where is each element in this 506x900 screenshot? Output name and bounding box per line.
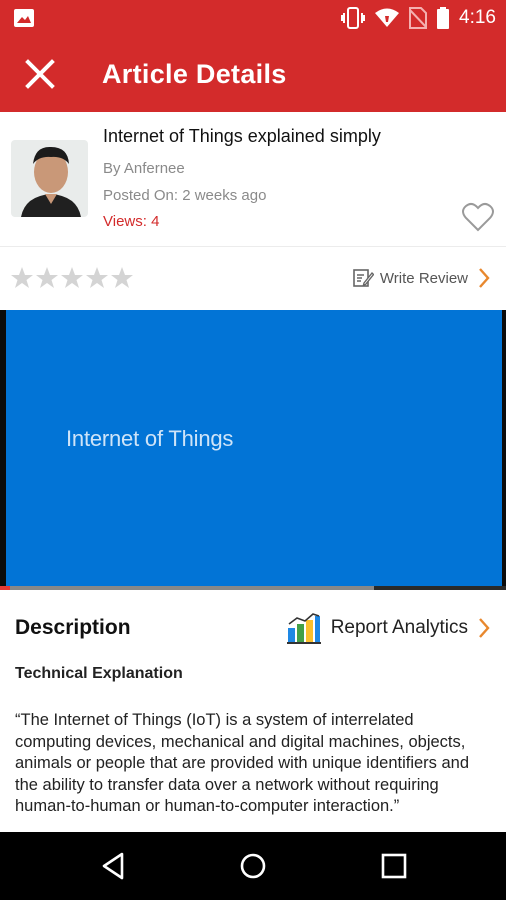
rating-row: Write Review (0, 246, 506, 310)
status-time: 4:16 (459, 7, 496, 28)
close-icon[interactable] (20, 54, 60, 94)
video-progress-played[interactable] (0, 586, 11, 590)
star-icon[interactable] (85, 266, 109, 290)
star-rating[interactable] (10, 266, 134, 290)
heart-icon[interactable] (462, 202, 494, 232)
article-posted: Posted On: 2 weeks ago (103, 187, 267, 204)
description-body: “The Internet of Things (IoT) is a syste… (15, 711, 470, 815)
recents-icon[interactable] (378, 850, 410, 882)
chevron-right-icon (479, 268, 490, 288)
description-heading: Description (15, 616, 131, 639)
article-header: Internet of Things explained simply By A… (0, 112, 506, 247)
write-review-button[interactable]: Write Review (352, 264, 490, 292)
battery-icon (437, 7, 450, 29)
vibrate-icon (341, 7, 366, 29)
status-bar: 4:16 (0, 0, 506, 36)
star-icon[interactable] (10, 266, 34, 290)
star-icon[interactable] (60, 266, 84, 290)
system-nav-bar (0, 832, 506, 900)
report-analytics-button[interactable]: Report Analytics (286, 612, 490, 644)
image-icon (14, 9, 34, 27)
star-icon[interactable] (110, 266, 134, 290)
analytics-chart-icon (286, 613, 321, 644)
wifi-icon (375, 8, 400, 27)
star-icon[interactable] (35, 266, 59, 290)
back-icon[interactable] (98, 850, 130, 882)
article-author[interactable]: By Anfernee (103, 160, 185, 177)
status-icons: 4:16 (341, 0, 496, 36)
video-progress-buffered (0, 586, 375, 590)
video-title-text: Internet of Things (66, 426, 234, 451)
write-review-label: Write Review (379, 269, 468, 287)
article-views: Views: 4 (103, 213, 160, 230)
no-sim-icon (409, 7, 428, 29)
page-title: Article Details (102, 59, 287, 89)
chevron-right-icon (479, 618, 490, 638)
description-subheading: Technical Explanation (15, 665, 183, 682)
home-icon[interactable] (237, 850, 269, 882)
article-title: Internet of Things explained simply (103, 126, 381, 146)
video-player[interactable]: Internet of Things (0, 310, 506, 590)
author-avatar[interactable] (11, 140, 88, 217)
report-analytics-label: Report Analytics (330, 617, 468, 638)
description-header: Description Report Analytics (0, 600, 506, 656)
edit-icon (353, 269, 374, 287)
app-bar: Article Details (0, 36, 506, 112)
